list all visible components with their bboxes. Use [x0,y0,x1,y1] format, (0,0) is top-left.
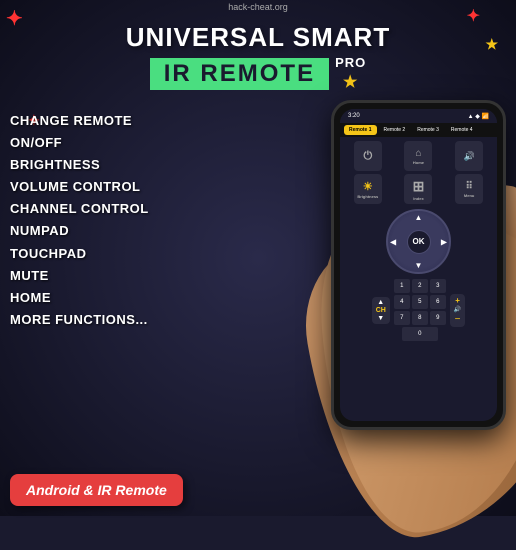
vol-plus-icon[interactable]: + [455,296,460,305]
tab-remote2[interactable]: Remote 2 [379,125,411,135]
feature-numpad: NUMPAD [10,220,210,242]
vol-minus-icon[interactable]: − [455,314,461,325]
dpad-ok[interactable]: OK [407,230,431,254]
num-7[interactable]: 7 [394,311,410,325]
ch-up-icon[interactable]: ▲ [377,299,384,306]
num-1[interactable]: 1 [394,279,410,293]
badge-label: Android & IR Remote [26,482,167,498]
status-bar: 3:20 ▲ ◆ 📶 [340,109,497,123]
phone-container: 3:20 ▲ ◆ 📶 Remote 1 Remote 2 Remote 3 Re… [256,80,516,500]
tab-remote1[interactable]: Remote 1 [344,125,377,135]
num-3[interactable]: 3 [430,279,446,293]
phone-screen: 3:20 ▲ ◆ 📶 Remote 1 Remote 2 Remote 3 Re… [340,109,497,421]
numpad: 1 2 3 4 5 6 7 8 9 [394,279,446,341]
title-line1: UNIVERSAL SMART [0,22,516,53]
vol-control[interactable]: + 🔊 − [450,294,465,327]
feature-home: HOME [10,287,210,309]
status-icons: ▲ ◆ 📶 [468,113,489,120]
btn-index[interactable]: ⊞ Index [404,174,432,204]
num-8[interactable]: 8 [412,311,428,325]
numpad-row-0: 0 [394,327,446,341]
power-icon: ⏻ [363,150,372,163]
num-2[interactable]: 2 [412,279,428,293]
index-icon: ⊞ [413,178,425,195]
feature-touchpad: TOUCHPAD [10,243,210,265]
btn-home[interactable]: ⌂ Home [404,141,432,171]
vol-icon: 🔊 [454,306,461,313]
num-6[interactable]: 6 [430,295,446,309]
num-5[interactable]: 5 [412,295,428,309]
feature-volume: VOLUME CONTROL [10,176,210,198]
numpad-row-1: 1 2 3 [394,279,446,293]
feature-brightness: BRIGHTNESS [10,154,210,176]
dpad-right[interactable]: ▶ [441,237,447,246]
tab-remote4[interactable]: Remote 4 [446,125,478,135]
feature-mute: MUTE [10,265,210,287]
feature-more: MORE FUNCTIONS... [10,309,210,331]
btn-brightness[interactable]: ☀ Brightness [354,174,382,204]
menu-icon: ⠿ [465,181,472,192]
brightness-icon: ☀ [363,180,373,193]
remote-tabs[interactable]: Remote 1 Remote 2 Remote 3 Remote 4 [340,123,497,137]
bottom-badge: Android & IR Remote [10,474,183,506]
dpad-container: ▲ ▼ ◀ ▶ OK [344,207,493,276]
phone-body: 3:20 ▲ ◆ 📶 Remote 1 Remote 2 Remote 3 Re… [331,100,506,430]
ch-label: CH [376,307,386,314]
num-4[interactable]: 4 [394,295,410,309]
watermark: hack-cheat.org [228,2,288,12]
remote-controls: ⏻ ⌂ Home 🔊 ☀ Brightness [340,137,497,345]
num-0[interactable]: 0 [402,327,438,341]
pro-text: PRO [335,55,366,70]
dpad[interactable]: ▲ ▼ ◀ ▶ OK [386,209,451,274]
btn-power[interactable]: ⏻ [354,141,382,171]
feature-channel: CHANNEL CONTROL [10,198,210,220]
volume-icon: 🔊 [464,151,475,162]
btn-volume[interactable]: 🔊 [455,141,483,171]
numpad-row-2: 4 5 6 [394,295,446,309]
numpad-row-3: 7 8 9 [394,311,446,325]
remote-row-2: ☀ Brightness ⊞ Index ⠿ Menu [344,174,493,204]
feature-onoff: ON/OFF [10,132,210,154]
features-list: CHANGE REMOTE ON/OFF BRIGHTNESS VOLUME C… [10,110,210,331]
ch-control[interactable]: ▲ CH ▼ [372,297,390,324]
home-icon: ⌂ [415,148,421,159]
num-9[interactable]: 9 [430,311,446,325]
ch-numpad-row: ▲ CH ▼ 1 2 3 4 5 6 [344,279,493,341]
dpad-down[interactable]: ▼ [415,261,423,270]
feature-change-remote: CHANGE REMOTE [10,110,210,132]
remote-row-1: ⏻ ⌂ Home 🔊 [344,141,493,171]
dpad-up[interactable]: ▲ [415,213,423,222]
tab-remote3[interactable]: Remote 3 [412,125,444,135]
ch-down-icon[interactable]: ▼ [377,315,384,322]
btn-menu[interactable]: ⠿ Menu [455,174,483,204]
header: hack-cheat.org UNIVERSAL SMART IR REMOTE… [0,0,516,92]
dpad-left[interactable]: ◀ [390,237,396,246]
status-time: 3:20 [348,113,360,119]
